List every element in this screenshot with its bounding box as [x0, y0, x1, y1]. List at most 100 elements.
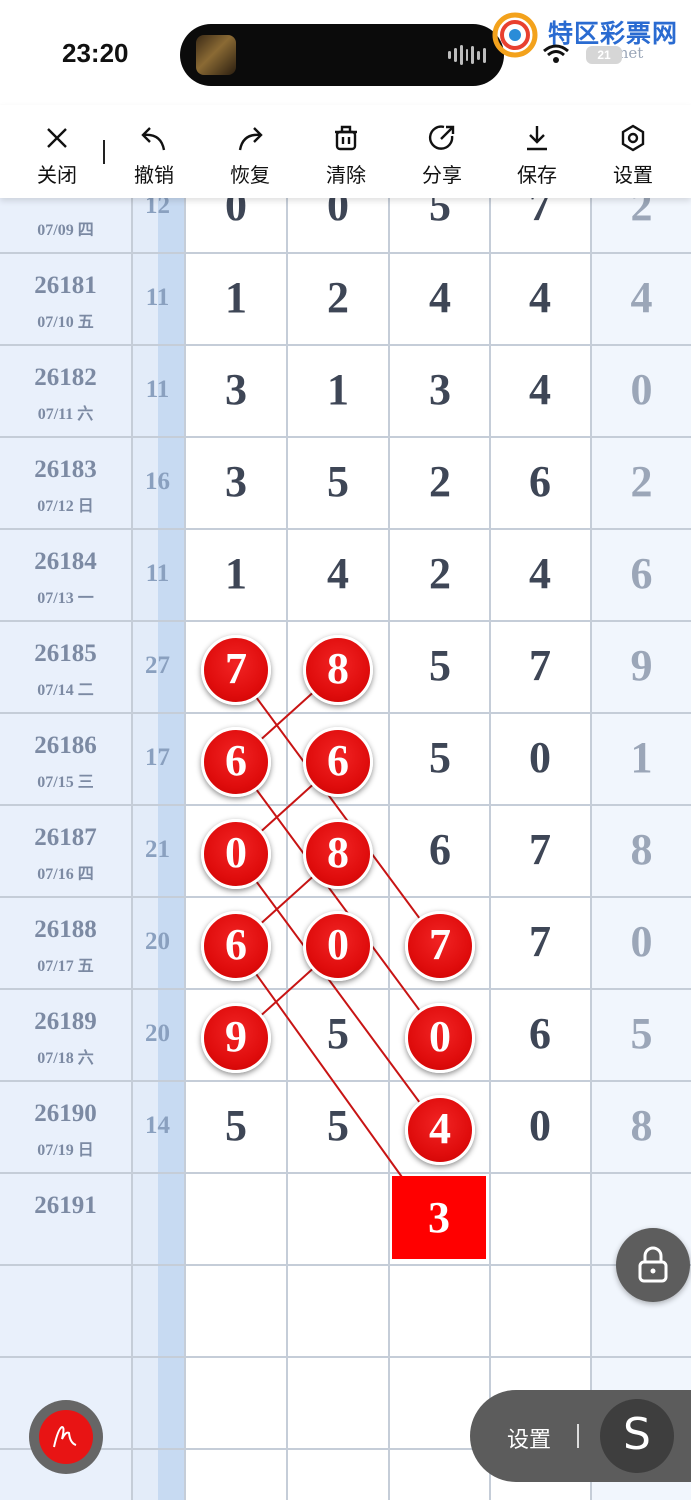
selected-digit-ball[interactable]: 8 — [303, 635, 373, 705]
issue-number: 26184 — [34, 548, 97, 575]
tail-digit: 0 — [630, 365, 653, 414]
digit-cell[interactable]: 6 — [490, 456, 590, 507]
selected-digit-ball[interactable]: 9 — [201, 1003, 271, 1073]
table-row: 26191 — [0, 1174, 691, 1266]
issue-number: 26183 — [34, 456, 97, 483]
digit-cell[interactable]: 1 — [186, 548, 286, 599]
issue-number: 26186 — [34, 732, 97, 759]
tail-digit: 5 — [630, 1009, 653, 1058]
digit-cell[interactable]: 5 — [288, 1100, 388, 1151]
selected-digit-ball[interactable]: 8 — [303, 819, 373, 889]
save-label: 保存 — [517, 165, 557, 187]
selected-digit-ball[interactable]: 6 — [201, 727, 271, 797]
lock-button[interactable] — [616, 1228, 690, 1302]
clear-button[interactable]: 清除 — [306, 117, 386, 189]
sum-value: 20 — [145, 928, 170, 955]
tail-digit: 8 — [630, 1101, 653, 1150]
row-divider — [0, 1356, 691, 1358]
digit-cell[interactable]: 3 — [390, 364, 490, 415]
digit-cell[interactable]: 4 — [490, 548, 590, 599]
floating-settings-button[interactable]: 设置 — [507, 1422, 551, 1454]
issue-number: 26181 — [34, 272, 97, 299]
undo-icon — [141, 127, 166, 151]
digit-cell[interactable]: 4 — [490, 272, 590, 323]
floating-settings-bar: 设置 S — [470, 1390, 691, 1482]
close-button[interactable]: 关闭 — [17, 117, 97, 189]
digit-cell[interactable]: 6 — [490, 1008, 590, 1059]
s-button[interactable]: S — [600, 1399, 674, 1473]
draw-button-inner — [39, 1410, 93, 1464]
selected-digit-ball[interactable]: 0 — [201, 819, 271, 889]
prediction-cell[interactable]: 3 — [392, 1176, 486, 1259]
digit-cell[interactable]: 3 — [186, 364, 286, 415]
issue-number: 26189 — [34, 1008, 97, 1035]
digit-cell[interactable]: 7 — [490, 824, 590, 875]
digit-cell[interactable]: 0 — [490, 732, 590, 783]
draw-date: 07/16 四 — [37, 866, 94, 883]
settings-label: 设置 — [613, 165, 653, 187]
digit-cell[interactable]: 7 — [490, 640, 590, 691]
draw-date: 07/15 三 — [37, 774, 94, 791]
dynamic-island[interactable] — [180, 24, 504, 86]
selected-digit-ball[interactable]: 0 — [405, 1003, 475, 1073]
digit-cell[interactable]: 5 — [390, 732, 490, 783]
download-icon — [527, 126, 547, 151]
share-button[interactable]: 分享 — [402, 117, 482, 189]
digit-cell[interactable]: 5 — [288, 456, 388, 507]
digit-cell[interactable]: 0 — [490, 1100, 590, 1151]
pen-scribble-icon — [53, 1425, 77, 1448]
digit-cell[interactable]: 5 — [186, 1100, 286, 1151]
selected-digit-ball[interactable]: 6 — [303, 727, 373, 797]
selected-digit-ball[interactable]: 7 — [405, 911, 475, 981]
close-icon — [47, 128, 67, 148]
trash-icon — [335, 125, 357, 151]
digit-cell[interactable]: 6 — [390, 824, 490, 875]
issue-number: 26185 — [34, 640, 97, 667]
draw-date: 07/13 一 — [37, 590, 94, 607]
redo-button[interactable]: 恢复 — [210, 117, 290, 189]
tail-digit: 2 — [630, 457, 653, 506]
digit-cell[interactable]: 5 — [288, 1008, 388, 1059]
tail-digit: 9 — [630, 641, 653, 690]
undo-label: 撤销 — [134, 165, 174, 187]
digit-cell[interactable]: 1 — [288, 364, 388, 415]
draw-date: 07/09 四 — [37, 222, 94, 239]
sum-value: 21 — [145, 836, 170, 863]
selected-digit-ball[interactable]: 7 — [201, 635, 271, 705]
issue-number: 26191 — [34, 1192, 97, 1219]
digit-cell[interactable]: 7 — [490, 916, 590, 967]
watermark-logo-icon — [492, 12, 538, 58]
draw-button[interactable] — [29, 1400, 103, 1474]
digit-cell[interactable]: 4 — [490, 364, 590, 415]
selected-digit-ball[interactable]: 6 — [201, 911, 271, 981]
digit-cell[interactable]: 5 — [390, 640, 490, 691]
selected-digit-ball[interactable]: 4 — [405, 1095, 475, 1165]
draw-date: 07/11 六 — [37, 406, 94, 423]
digit-cell[interactable]: 3 — [186, 456, 286, 507]
tail-digit: 4 — [630, 273, 653, 322]
table-row: 26183 07/12 日 16 3 5 2 6 2 — [0, 438, 691, 530]
digit-cell[interactable]: 2 — [288, 272, 388, 323]
settings-button[interactable]: 设置 — [593, 117, 673, 189]
sum-value: 11 — [145, 284, 170, 311]
issue-number: 26188 — [34, 916, 97, 943]
battery-indicator: 21 — [586, 46, 622, 64]
digit-cell[interactable]: 2 — [390, 548, 490, 599]
draw-date: 07/14 二 — [37, 682, 94, 699]
sum-value: 11 — [145, 560, 170, 587]
draw-date: 07/19 日 — [37, 1142, 94, 1159]
digit-cell[interactable]: 4 — [390, 272, 490, 323]
status-time: 23:20 — [62, 38, 129, 68]
table-row: 26189 07/18 六 20 5 6 5 — [0, 990, 691, 1082]
digit-cell[interactable]: 1 — [186, 272, 286, 323]
digit-cell[interactable]: 2 — [390, 456, 490, 507]
selected-digit-ball[interactable]: 0 — [303, 911, 373, 981]
clear-label: 清除 — [326, 165, 366, 187]
wifi-icon — [543, 44, 569, 63]
save-button[interactable]: 保存 — [497, 117, 577, 189]
digit-cell[interactable]: 4 — [288, 548, 388, 599]
redo-label: 恢复 — [230, 165, 270, 187]
draw-date: 07/17 五 — [37, 958, 94, 975]
now-playing-thumbnail — [196, 35, 236, 75]
undo-button[interactable]: 撤销 — [114, 117, 194, 189]
